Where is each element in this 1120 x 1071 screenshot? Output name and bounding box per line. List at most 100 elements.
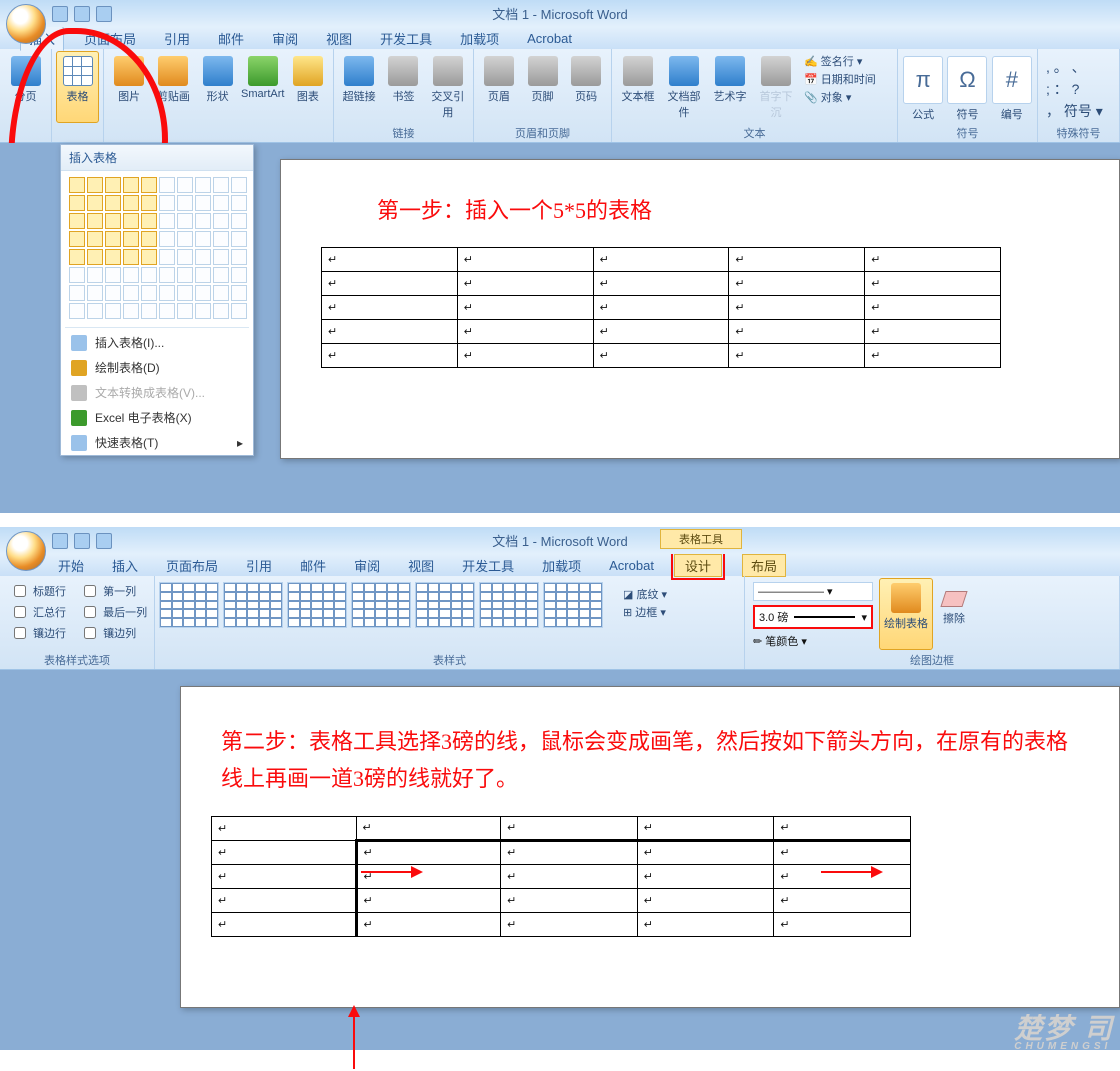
grid-cell[interactable]	[231, 249, 247, 265]
grid-cell[interactable]	[123, 249, 139, 265]
table-cell[interactable]: ↵	[637, 816, 774, 840]
crossref-button[interactable]: 交叉引用	[427, 51, 469, 123]
grid-cell[interactable]	[123, 231, 139, 247]
tab-review[interactable]: 审阅	[264, 27, 306, 50]
grid-cell[interactable]	[105, 213, 121, 229]
table-cell[interactable]: ↵	[593, 248, 729, 272]
grid-cell[interactable]	[213, 195, 229, 211]
grid-cell[interactable]	[177, 249, 193, 265]
tab-review-2[interactable]: 审阅	[346, 554, 388, 577]
table-cell[interactable]: ↵	[356, 912, 501, 936]
grid-cell[interactable]	[69, 303, 85, 319]
grid-cell[interactable]	[141, 303, 157, 319]
grid-cell[interactable]	[213, 267, 229, 283]
table-cell[interactable]: ↵	[501, 912, 638, 936]
grid-cell[interactable]	[177, 267, 193, 283]
date-time-button[interactable]: 📅 日期和时间	[804, 71, 876, 87]
pen-color-button[interactable]: ✏ 笔颜色 ▾	[753, 633, 873, 649]
table-cell[interactable]: ↵	[774, 840, 911, 864]
inserted-table-5x5-thick[interactable]: ↵↵↵↵↵↵↵↵↵↵↵↵↵↵↵↵↵↵↵↵↵↵↵↵↵	[211, 816, 911, 937]
tab-addins-2[interactable]: 加载项	[534, 554, 589, 577]
table-cell[interactable]: ↵	[501, 864, 638, 888]
grid-cell[interactable]	[159, 249, 175, 265]
grid-cell[interactable]	[195, 195, 211, 211]
smartart-button[interactable]: SmartArt	[241, 51, 285, 123]
grid-cell[interactable]	[195, 285, 211, 301]
table-style-thumb[interactable]	[287, 582, 347, 628]
table-cell[interactable]: ↵	[457, 320, 593, 344]
table-cell[interactable]: ↵	[322, 296, 458, 320]
table-style-thumb[interactable]	[223, 582, 283, 628]
table-cell[interactable]: ↵	[212, 864, 357, 888]
grid-cell[interactable]	[69, 195, 85, 211]
dd-quick-tables[interactable]: 快速表格(T)▸	[61, 430, 253, 455]
grid-cell[interactable]	[177, 213, 193, 229]
table-cell[interactable]: ↵	[212, 840, 357, 864]
signature-line-button[interactable]: ✍ 签名行 ▾	[804, 53, 876, 69]
table-size-grid[interactable]	[61, 171, 253, 325]
grid-cell[interactable]	[123, 177, 139, 193]
grid-cell[interactable]	[123, 267, 139, 283]
tab-page-layout[interactable]: 页面布局	[76, 27, 144, 50]
grid-cell[interactable]	[231, 213, 247, 229]
table-style-thumb[interactable]	[415, 582, 475, 628]
table-cell[interactable]: ↵	[593, 272, 729, 296]
equation-button[interactable]: π公式	[902, 51, 944, 123]
grid-cell[interactable]	[141, 231, 157, 247]
table-cell[interactable]: ↵	[593, 296, 729, 320]
table-cell[interactable]: ↵	[774, 864, 911, 888]
grid-cell[interactable]	[177, 285, 193, 301]
grid-cell[interactable]	[87, 213, 103, 229]
grid-cell[interactable]	[87, 195, 103, 211]
grid-cell[interactable]	[231, 177, 247, 193]
grid-cell[interactable]	[231, 303, 247, 319]
table-cell[interactable]: ↵	[457, 272, 593, 296]
table-cell[interactable]: ↵	[501, 816, 638, 840]
grid-cell[interactable]	[105, 249, 121, 265]
grid-cell[interactable]	[159, 285, 175, 301]
tab-acrobat[interactable]: Acrobat	[519, 29, 580, 48]
table-cell[interactable]: ↵	[212, 912, 357, 936]
office-button[interactable]	[6, 4, 46, 44]
table-cell[interactable]: ↵	[729, 320, 865, 344]
grid-cell[interactable]	[141, 195, 157, 211]
grid-cell[interactable]	[213, 177, 229, 193]
table-cell[interactable]: ↵	[729, 344, 865, 368]
grid-cell[interactable]	[231, 231, 247, 247]
grid-cell[interactable]	[87, 267, 103, 283]
grid-cell[interactable]	[177, 231, 193, 247]
border-button[interactable]: ⊞ 边框 ▾	[623, 604, 667, 620]
table-cell[interactable]: ↵	[322, 248, 458, 272]
table-cell[interactable]: ↵	[457, 248, 593, 272]
tab-references[interactable]: 引用	[156, 27, 198, 50]
textbox-button[interactable]: 文本框	[616, 51, 660, 123]
qat-undo-icon-2[interactable]	[74, 533, 90, 549]
grid-cell[interactable]	[195, 267, 211, 283]
page-break-button[interactable]: 分页	[4, 51, 47, 123]
grid-cell[interactable]	[141, 267, 157, 283]
table-cell[interactable]: ↵	[356, 816, 501, 840]
tab-dev-2[interactable]: 开发工具	[454, 554, 522, 577]
grid-cell[interactable]	[177, 177, 193, 193]
hyperlink-button[interactable]: 超链接	[338, 51, 380, 123]
quickparts-button[interactable]: 文档部件	[662, 51, 706, 123]
tab-mailings[interactable]: 邮件	[210, 27, 252, 50]
pagenum-button[interactable]: 页码	[565, 51, 607, 123]
tab-home[interactable]: 开始	[50, 554, 92, 577]
qat-save-icon-2[interactable]	[52, 533, 68, 549]
dd-insert-table[interactable]: 插入表格(I)...	[61, 330, 253, 355]
grid-cell[interactable]	[105, 267, 121, 283]
office-button-2[interactable]	[6, 531, 46, 571]
dd-excel[interactable]: Excel 电子表格(X)	[61, 405, 253, 430]
symbol-button[interactable]: Ω符号	[946, 51, 988, 123]
table-cell[interactable]: ↵	[729, 296, 865, 320]
table-cell[interactable]: ↵	[593, 320, 729, 344]
tab-acrobat-2[interactable]: Acrobat	[601, 556, 662, 575]
qat-redo-icon[interactable]	[96, 6, 112, 22]
grid-cell[interactable]	[87, 303, 103, 319]
table-cell[interactable]: ↵	[212, 816, 357, 840]
table-cell[interactable]: ↵	[774, 816, 911, 840]
grid-cell[interactable]	[123, 285, 139, 301]
table-cell[interactable]: ↵	[729, 272, 865, 296]
dropcap-button[interactable]: 首字下沉	[754, 51, 798, 123]
